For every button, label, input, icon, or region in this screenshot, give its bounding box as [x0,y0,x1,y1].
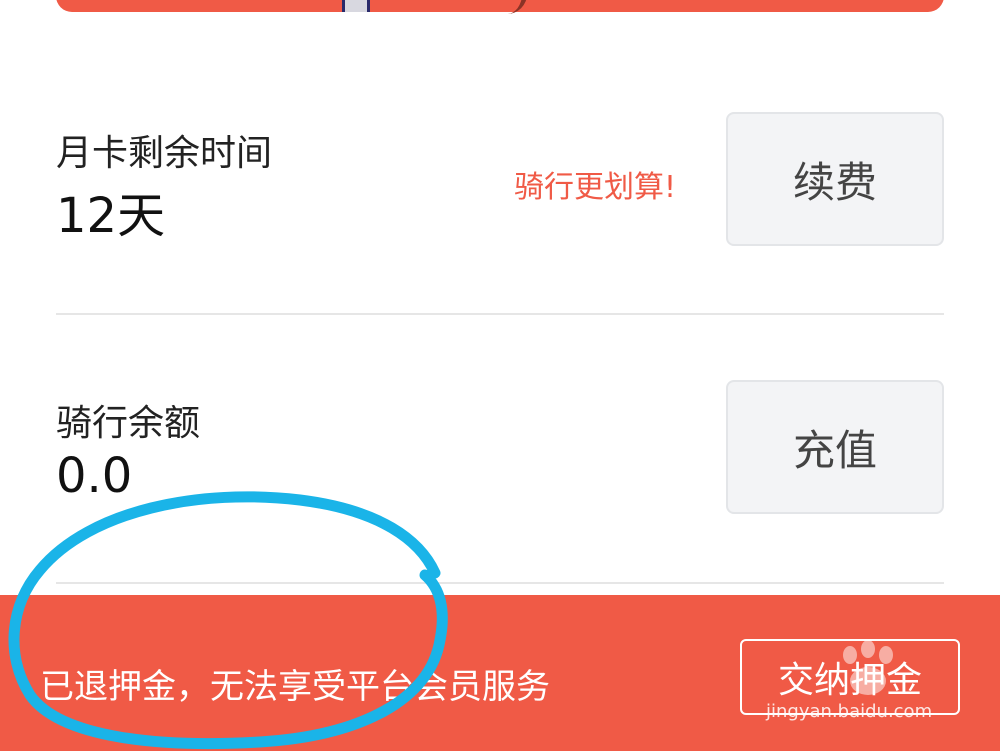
recharge-button[interactable]: 充值 [726,380,944,514]
monthly-card-label: 月卡剩余时间 [56,133,273,174]
watermark-text: jingyan.baidu.com [766,701,933,722]
top-banner [56,0,944,14]
baidu-paw-icon [843,641,893,695]
renew-button[interactable]: 续费 [726,112,944,246]
ride-balance-value: 0.0 [56,448,133,504]
ride-balance-label: 骑行余额 [56,403,201,444]
divider [56,313,944,315]
deposit-refunded-message: 已退押金，无法享受平台会员服务 [40,667,550,707]
deposit-notice-bar: 已退押金，无法享受平台会员服务 交纳押金 jingyan.baidu.com [0,595,1000,751]
banner-illustration [342,0,370,12]
monthly-card-section: 月卡剩余时间 12天 骑行更划算! 续费 [56,110,944,250]
monthly-card-remaining-days: 12天 [56,188,166,244]
ride-balance-section: 骑行余额 0.0 充值 [56,380,944,520]
divider [56,582,944,584]
promo-text: 骑行更划算! [514,170,677,205]
banner-illustration-arc [486,0,527,14]
